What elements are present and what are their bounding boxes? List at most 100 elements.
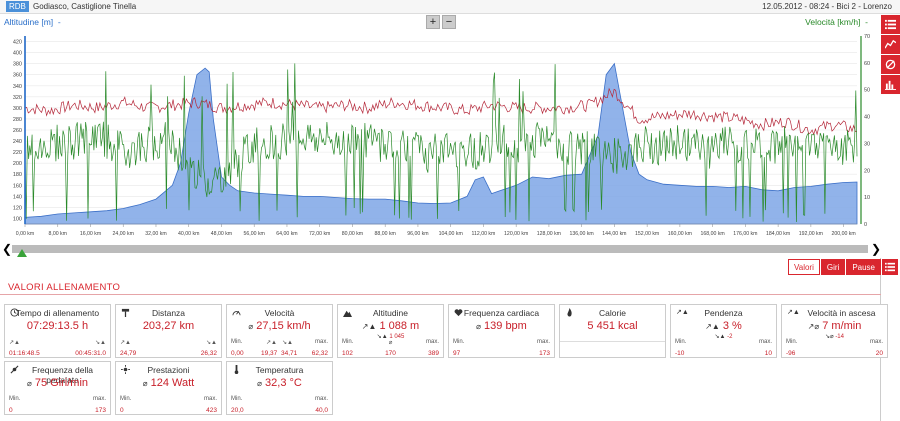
y-left-tick-label: 100 <box>13 216 22 222</box>
card-temperatura[interactable]: Temperatura ⌀ 32,3 °C Min. max. 20,0 40,… <box>226 361 333 415</box>
card-max-label: max. <box>314 339 328 345</box>
card-value: ↗⌀ 7 m/min <box>807 320 862 332</box>
rdb-badge[interactable]: RDB <box>6 1 29 12</box>
card-value: 203,27 km <box>142 320 195 332</box>
card-value: ⌀ 124 Watt <box>142 377 195 389</box>
card-max: 10 <box>764 350 772 357</box>
scroll-left-button[interactable]: ❮ <box>2 241 12 257</box>
y-left-tick-label: 320 <box>13 95 22 101</box>
card-min-label: Min. <box>120 396 132 402</box>
uphill-icon: ↗▲ <box>9 340 20 346</box>
card-value: ↗▲ 3 % <box>705 320 742 332</box>
top-bar: RDB Godiasco, Castiglione Tinella 12.05.… <box>0 0 900 14</box>
card-max-label: max. <box>92 396 106 402</box>
position-marker-icon[interactable] <box>17 249 27 257</box>
chart-scroller[interactable]: ❮ ❯ <box>0 241 881 257</box>
card-max: 423 <box>206 407 217 414</box>
line-chart-button[interactable] <box>881 35 900 54</box>
x-tick-label: 48,00 km <box>211 231 232 237</box>
zoom-in-button[interactable]: + <box>426 15 440 29</box>
y-left-tick-label: 300 <box>13 106 22 112</box>
card-max-label: max. <box>536 339 550 345</box>
y-left-tick-label: 140 <box>13 194 22 200</box>
tab-valori[interactable]: Valori <box>788 259 820 275</box>
card-value: ↗▲ 1 088 m <box>361 320 420 332</box>
card-ascesa[interactable]: ↗▲ Velocità in ascesa ↗⌀ 7 m/min ↘⌀ -14 … <box>781 304 888 358</box>
card-frequenza[interactable]: Frequenza cardiaca ⌀ 139 bpm Min. max. 9… <box>448 304 555 358</box>
x-tick-label: 16,00 km <box>80 231 101 237</box>
x-tick-label: 88,00 km <box>375 231 396 237</box>
speed-axis-title[interactable]: Velocità [km/h] - <box>805 17 868 27</box>
altitude-axis-title[interactable]: Altitudine [m] - <box>4 17 61 27</box>
x-tick-label: 152,00 km <box>635 231 659 237</box>
x-tick-label: 120,00 km <box>504 231 528 237</box>
y-left-tick-label: 420 <box>13 40 22 46</box>
x-tick-label: 136,00 km <box>570 231 594 237</box>
card-title: Tempo di allenamento <box>15 308 100 318</box>
card-min: 0 <box>9 407 13 414</box>
list-view-button[interactable] <box>881 15 900 34</box>
card-title: Calorie <box>599 308 626 318</box>
card-title: Distanza <box>151 308 186 318</box>
y-left-tick-label: 160 <box>13 183 22 189</box>
card-title: Pendenza <box>704 308 743 318</box>
y-left-tick-label: 360 <box>13 73 22 79</box>
y-left-tick-label: 240 <box>13 139 22 145</box>
scroll-track[interactable] <box>12 245 868 253</box>
scroll-right-button[interactable]: ❯ <box>871 241 881 257</box>
card-calorie[interactable]: Calorie 5 451 kcal <box>559 304 666 358</box>
card-max: 40,0 <box>315 407 328 414</box>
card-max: 00:45:31.0 <box>75 350 106 357</box>
training-chart[interactable]: 4204003803603403203002802602402202001801… <box>0 28 880 243</box>
card-pendenza[interactable]: ↗▲ Pendenza ↗▲ 3 % ↘▲ -2 Min. max. -10 1… <box>670 304 777 358</box>
y-right-tick-label: 10 <box>864 195 870 201</box>
card-divider <box>560 341 665 342</box>
x-tick-label: 24,00 km <box>113 231 134 237</box>
card-max-label: max. <box>758 339 772 345</box>
card-min-label: Min. <box>786 339 798 345</box>
card-altitudine[interactable]: Altitudine ↗▲ 1 088 m ↘▲ 1 045 Min. ⌀ ma… <box>337 304 444 358</box>
y-left-tick-label: 380 <box>13 62 22 68</box>
x-tick-label: 184,00 km <box>766 231 790 237</box>
card-min: 0,00 <box>231 350 244 357</box>
card-min: -96 <box>786 350 796 357</box>
card-value: 07:29:13.5 h <box>26 320 89 332</box>
card-title: Velocità <box>264 308 295 318</box>
card-tempo[interactable]: Tempo di allenamento 07:29:13.5 h ↗▲ ↘▲ … <box>4 304 111 358</box>
y-left-tick-label: 340 <box>13 84 22 90</box>
card-velocita[interactable]: Velocità ⌀ 27,15 km/h Min. ↗▲ ↘▲ max. 0,… <box>226 304 333 358</box>
card-min: 24,79 <box>120 350 137 357</box>
tab-list-button[interactable] <box>882 259 898 275</box>
tab-pause[interactable]: Pause <box>846 259 881 275</box>
card-pedalata[interactable]: Frequenza della pedalata ⌀ 75 Giri/min M… <box>4 361 111 415</box>
line-chart-icon <box>885 39 896 49</box>
card-value: ⌀ 27,15 km/h <box>248 320 311 332</box>
downhill-icon: ↘▲ <box>206 340 217 346</box>
bar-chart-button[interactable] <box>881 75 900 94</box>
card-max-label: max. <box>314 396 328 402</box>
x-tick-label: 80,00 km <box>342 231 363 237</box>
card-title: Velocità in ascesa <box>807 308 876 318</box>
zoom-out-button[interactable]: − <box>442 15 456 29</box>
card-distanza[interactable]: Distanza 203,27 km ↗▲ ↘▲ 24,79 26,32 <box>115 304 222 358</box>
x-tick-label: 104,00 km <box>439 231 463 237</box>
card-max: 62,32 <box>311 350 328 357</box>
x-tick-label: 176,00 km <box>733 231 757 237</box>
x-tick-label: 64,00 km <box>276 231 297 237</box>
card-downhill-value: 34,71 <box>281 350 298 357</box>
card-max: 26,32 <box>200 350 217 357</box>
y-left-tick-label: 220 <box>13 150 22 156</box>
card-max: 173 <box>539 350 550 357</box>
card-min-label: Min. <box>231 396 243 402</box>
card-max: 389 <box>428 350 439 357</box>
card-prestazioni[interactable]: Prestazioni ⌀ 124 Watt Min. max. 0 423 <box>115 361 222 415</box>
tab-giri[interactable]: Giri <box>820 259 846 275</box>
x-tick-label: 56,00 km <box>244 231 265 237</box>
y-left-tick-label: 260 <box>13 128 22 134</box>
hide-series-button[interactable] <box>881 55 900 74</box>
x-tick-label: 0,00 km <box>16 231 34 237</box>
y-right-tick-label: 30 <box>864 141 870 147</box>
card-value: ⌀ 32,3 °C <box>257 377 302 389</box>
list-icon <box>885 262 895 272</box>
uphill-icon: ↗▲ <box>120 340 131 346</box>
